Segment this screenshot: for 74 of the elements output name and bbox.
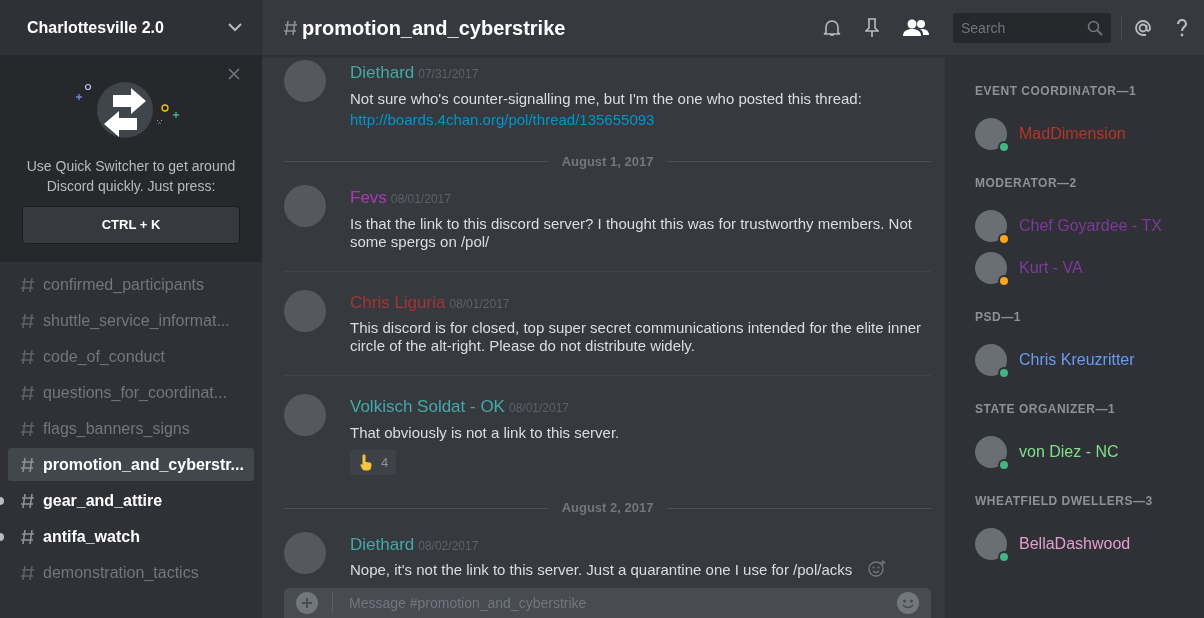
pointing-hand-icon	[358, 453, 373, 472]
channel-name: promotion_and_cyberstr...	[43, 454, 244, 475]
avatar[interactable]	[975, 528, 1007, 560]
hash-icon	[20, 384, 35, 401]
at-sign-icon[interactable]	[1134, 18, 1152, 37]
message-text: That obviously is not a link to this server.	[350, 423, 620, 442]
hash-icon	[20, 528, 35, 545]
channel-name: shuttle_service_informat...	[43, 310, 230, 331]
close-icon[interactable]	[228, 68, 240, 80]
member-name[interactable]: von Diez - NC	[1019, 440, 1119, 464]
reaction-button[interactable]: 4	[350, 449, 397, 475]
channel-item[interactable]: demonstration_tactics	[8, 556, 254, 589]
server-name: Charlottesville 2.0	[27, 17, 164, 38]
channel-name: questions_for_coordinat...	[43, 382, 228, 403]
hash-icon	[20, 492, 35, 509]
help-icon[interactable]	[1176, 18, 1188, 37]
hash-icon	[20, 420, 35, 437]
pin-icon[interactable]	[865, 17, 879, 38]
avatar[interactable]	[975, 252, 1007, 284]
role-heading: STATE ORGANIZER—1	[975, 402, 1117, 416]
channel-title: promotion_and_cyberstrike	[302, 15, 566, 41]
date-divider-label: August 2, 2017	[561, 499, 654, 518]
message-text: Is that the link to this discord server? I thought this was for trustworthy members. Not some spergs on /pol/	[350, 214, 913, 251]
member-name[interactable]: MadDimension	[1019, 122, 1126, 146]
role-heading: EVENT COORDINATOR—1	[975, 84, 1138, 98]
hash-icon	[20, 456, 35, 473]
hash-icon	[20, 348, 35, 365]
link[interactable]: http://boards.4chan.org/pol/thread/135655093	[350, 110, 655, 128]
member-name[interactable]: BellaDashwood	[1019, 532, 1131, 556]
avatar[interactable]	[975, 118, 1007, 150]
member-name[interactable]: Chris Kreuzritter	[1019, 348, 1135, 372]
message-text: Not sure who's counter-signalling me, but I'm the one who posted this thread:	[350, 89, 862, 108]
hash-icon	[20, 312, 35, 329]
hash-icon	[20, 564, 35, 581]
members-icon[interactable]	[903, 18, 929, 37]
avatar[interactable]	[975, 344, 1007, 376]
channel-name: flags_banners_signs	[43, 418, 190, 439]
bell-icon[interactable]	[823, 17, 841, 38]
channel-item[interactable]: shuttle_service_informat...	[8, 304, 254, 337]
channel-item[interactable]: antifa_watch	[8, 520, 254, 553]
role-heading: MODERATOR—2	[975, 176, 1078, 190]
quick-switcher-hint: Use Quick Switcher to get around Discord quickly. Just press:	[25, 157, 237, 196]
chevron-down-icon[interactable]	[228, 23, 242, 32]
member-name[interactable]: Chef Goyardee - TX	[1019, 214, 1162, 238]
author-name[interactable]: Volkisch Soldat - OK	[350, 397, 505, 416]
author-name[interactable]: Chris Liguria	[350, 292, 446, 312]
message-text: Nope, it's not the link to this server. Just a quarantine one I use for /pol/acks	[350, 561, 853, 580]
channel-item[interactable]: questions_for_coordinat...	[8, 376, 254, 409]
hash-icon	[284, 19, 298, 36]
search-icon	[1087, 19, 1103, 36]
search-field[interactable]: Search	[953, 12, 1111, 43]
channel-name: antifa_watch	[43, 526, 140, 547]
channel-name: confirmed_participants	[43, 274, 204, 295]
role-heading: PSD—1	[975, 310, 1022, 324]
channel-item[interactable]: promotion_and_cyberstr...	[8, 448, 254, 481]
author-name[interactable]: Diethard	[350, 63, 415, 82]
channel-name: gear_and_attire	[43, 490, 163, 511]
channel-item[interactable]: code_of_conduct	[8, 340, 254, 373]
author-name[interactable]: Fevs	[350, 188, 387, 207]
date-divider-label: August 1, 2017	[561, 152, 654, 171]
add-reaction-icon[interactable]	[868, 559, 887, 578]
avatar[interactable]	[975, 210, 1007, 242]
member-name[interactable]: Kurt - VA	[1019, 256, 1083, 280]
role-heading: WHEATFIELD DWELLERS—3	[975, 494, 1154, 508]
message-text: This discord is for closed, top super secret communications intended for the elite inner circle of the alt-right. Please do not distribute widely.	[350, 319, 923, 355]
shortcut-button[interactable]: CTRL + K	[22, 206, 240, 244]
hash-icon	[20, 276, 35, 293]
channel-name: code_of_conduct	[43, 346, 165, 367]
author-name[interactable]: Diethard	[350, 534, 415, 554]
channel-item[interactable]: flags_banners_signs	[8, 412, 254, 445]
channel-name: demonstration_tactics	[43, 562, 199, 583]
channel-item[interactable]: gear_and_attire	[8, 484, 254, 517]
channel-item[interactable]: confirmed_participants	[8, 268, 254, 301]
avatar[interactable]	[975, 436, 1007, 468]
